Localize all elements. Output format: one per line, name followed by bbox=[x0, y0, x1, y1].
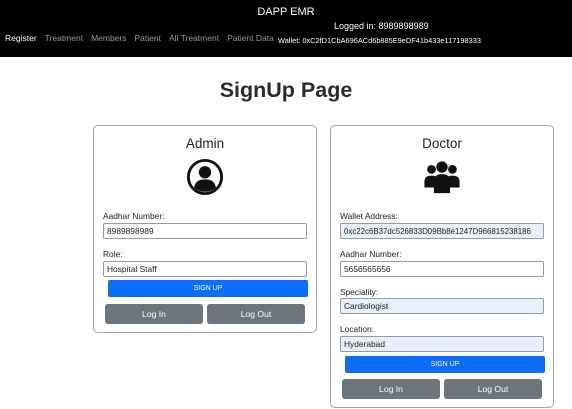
page-title: SignUp Page bbox=[219, 78, 353, 102]
doctor-speciality-input[interactable] bbox=[340, 298, 544, 314]
admin-role-input[interactable] bbox=[103, 261, 307, 277]
nav-link-patient-data[interactable]: Patient Data bbox=[227, 33, 274, 43]
doctor-aadhar-input[interactable] bbox=[340, 261, 544, 277]
doctor-aadhar-label: Aadhar Number: bbox=[340, 249, 402, 259]
doctor-card-title: Doctor bbox=[422, 136, 462, 151]
admin-role-label: Role: bbox=[103, 249, 123, 259]
admin-aadhar-input[interactable] bbox=[103, 223, 307, 239]
nav-link-patient[interactable]: Patient bbox=[135, 33, 161, 43]
doctor-login-button[interactable]: Log In bbox=[342, 379, 440, 399]
nav-links: Register Treatment Members Patient All T… bbox=[5, 33, 282, 43]
nav-link-register[interactable]: Register bbox=[5, 33, 37, 43]
top-navbar: DAPP EMR Logged in: 8989898989 Wallet: 0… bbox=[0, 0, 572, 57]
doctor-signup-button[interactable]: SIGN UP bbox=[345, 356, 545, 373]
app-brand[interactable]: DAPP EMR bbox=[0, 6, 572, 18]
doctor-logout-button[interactable]: Log Out bbox=[444, 379, 542, 399]
doctor-wallet-label: Wallet Address: bbox=[340, 211, 398, 221]
doctor-speciality-label: Speciality: bbox=[340, 287, 379, 297]
admin-aadhar-label: Aadhar Number: bbox=[103, 211, 165, 221]
admin-signup-button[interactable]: SIGN UP bbox=[108, 280, 308, 297]
doctor-signup-card: Doctor Wallet Address: Aadhar Number: Sp… bbox=[330, 125, 554, 408]
admin-logout-button[interactable]: Log Out bbox=[207, 304, 305, 324]
admin-signup-card: Admin Aadhar Number: Role: SIGN UP Log I… bbox=[93, 125, 317, 333]
logged-in-status: Logged in: 8989898989 bbox=[334, 21, 429, 31]
wallet-address-status: Wallet: 0xC2fD1CbA696ACd6b885E9eDF41b433… bbox=[278, 36, 481, 45]
user-circle-icon bbox=[186, 158, 224, 196]
users-group-icon bbox=[424, 161, 460, 194]
doctor-wallet-input[interactable] bbox=[340, 223, 544, 239]
nav-link-members[interactable]: Members bbox=[91, 33, 126, 43]
admin-login-button[interactable]: Log In bbox=[105, 304, 203, 324]
nav-link-all-treatment[interactable]: All Treatment bbox=[169, 33, 219, 43]
admin-card-title: Admin bbox=[185, 136, 225, 151]
nav-link-treatment[interactable]: Treatment bbox=[45, 33, 83, 43]
doctor-location-label: Location: bbox=[340, 324, 374, 334]
doctor-location-input[interactable] bbox=[340, 336, 544, 352]
